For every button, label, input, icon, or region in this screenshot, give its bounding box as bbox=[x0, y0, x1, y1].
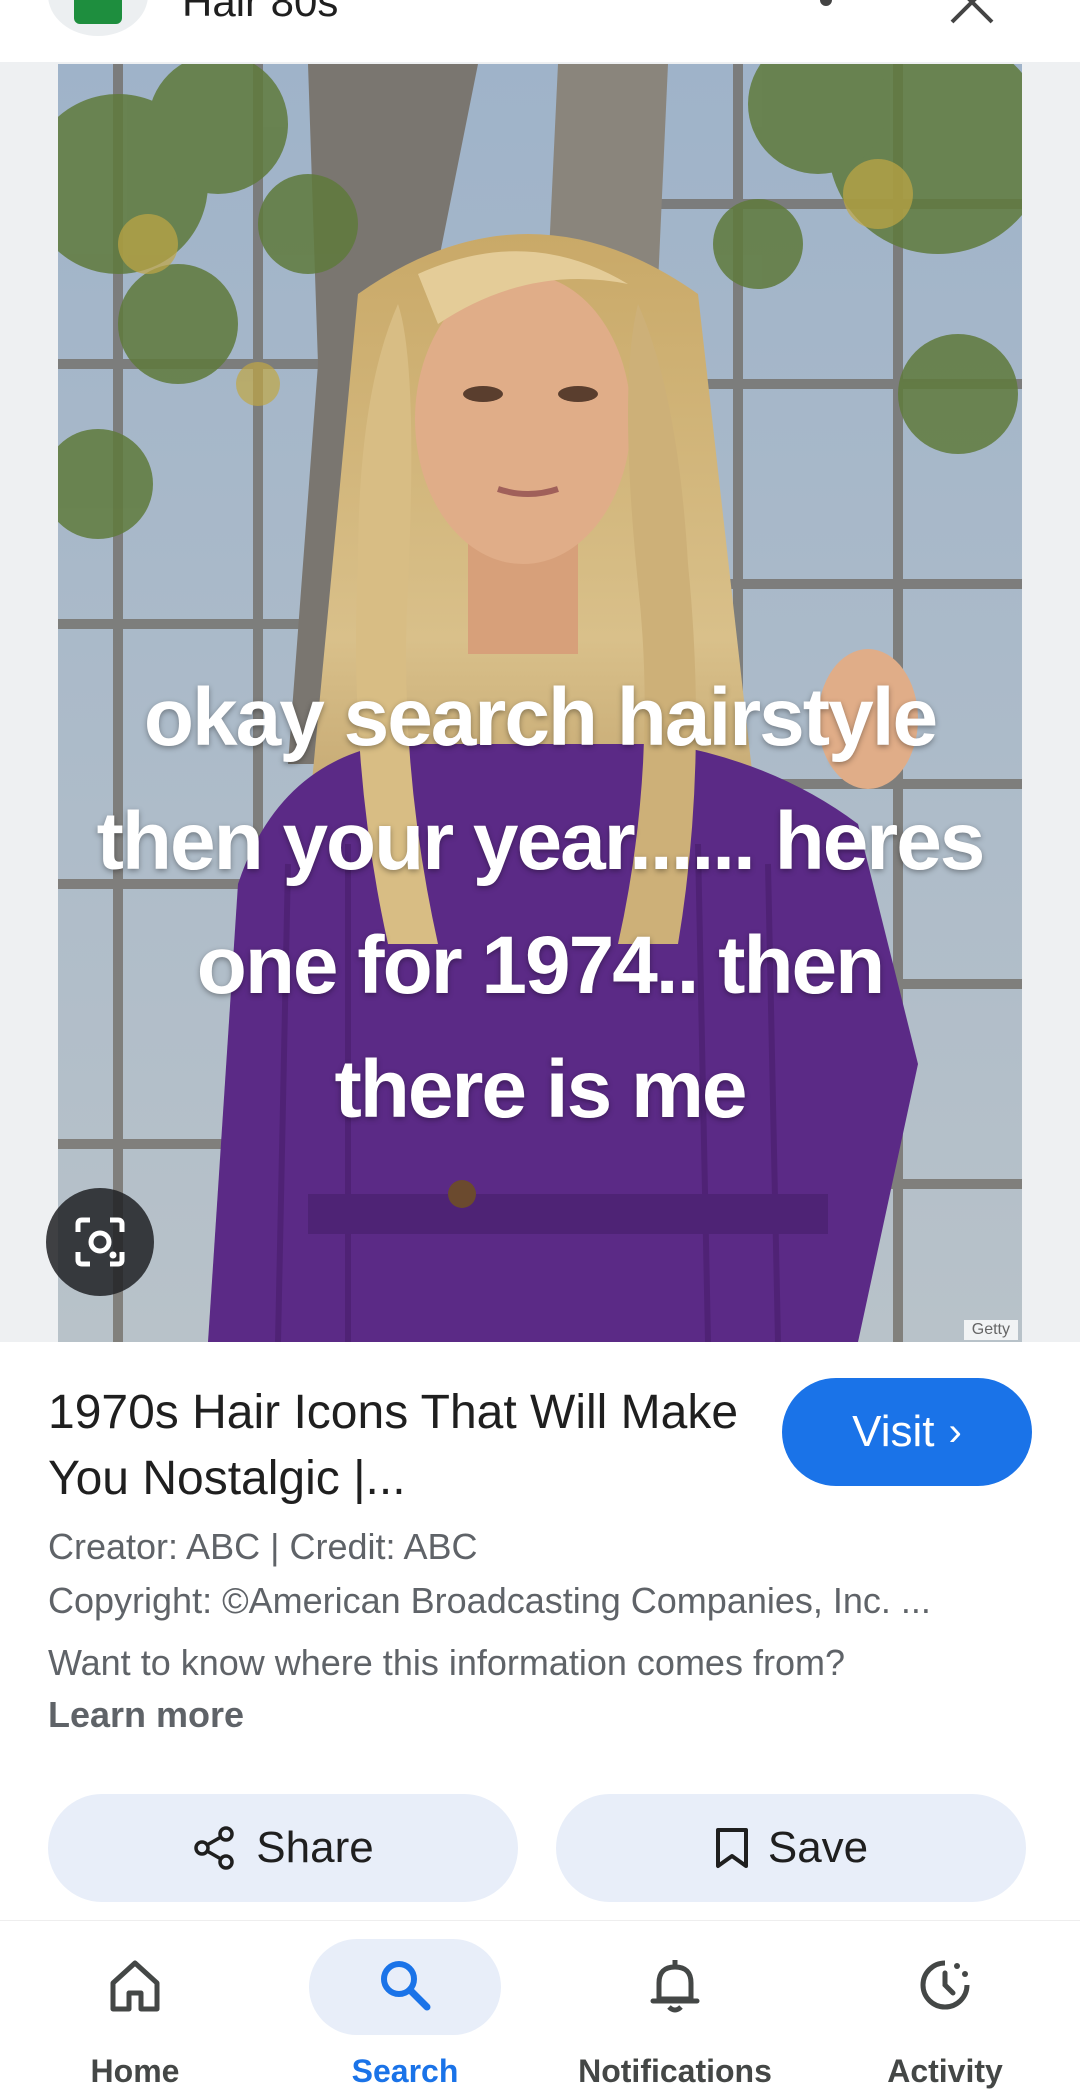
result-title[interactable]: 1970s Hair Icons That Will Make You Nost… bbox=[48, 1380, 748, 1512]
bell-icon bbox=[650, 1960, 700, 2013]
home-icon bbox=[110, 1960, 160, 2012]
bottom-navigation: Home Search Notifications Activity bbox=[0, 1920, 1080, 2089]
visit-button[interactable]: Visit › bbox=[782, 1378, 1032, 1486]
search-icon bbox=[381, 1961, 431, 2011]
chevron-right-icon: › bbox=[948, 1409, 962, 1454]
visit-label: Visit bbox=[852, 1407, 935, 1456]
nav-search[interactable]: Search bbox=[270, 1921, 540, 2089]
nav-activity[interactable]: Activity bbox=[810, 1921, 1080, 2089]
lens-search-button[interactable] bbox=[46, 1188, 154, 1296]
learn-more-link[interactable]: Learn more bbox=[48, 1694, 244, 1736]
save-label: Save bbox=[767, 1823, 869, 1872]
result-image[interactable]: okay search hairstyle then your year....… bbox=[58, 64, 1022, 1342]
share-button[interactable]: Share bbox=[48, 1794, 518, 1902]
attribution-line: Creator: ABC | Credit: ABC bbox=[48, 1526, 478, 1568]
image-credit: Getty bbox=[963, 1320, 1018, 1340]
info-question-text: Want to know where this information come… bbox=[48, 1642, 845, 1683]
top-bar: Hair 80s bbox=[0, 0, 1080, 62]
close-icon[interactable] bbox=[946, 0, 998, 24]
image-overlay-text: okay search hairstyle then your year....… bbox=[96, 672, 986, 1135]
site-favicon-icon bbox=[48, 0, 148, 36]
activity-icon bbox=[920, 1960, 970, 2010]
lens-icon bbox=[75, 1217, 125, 1267]
more-options-icon[interactable] bbox=[818, 0, 834, 10]
creator-text: Creator: ABC bbox=[48, 1526, 261, 1567]
nav-notifications[interactable]: Notifications bbox=[540, 1921, 810, 2089]
nav-home[interactable]: Home bbox=[0, 1921, 270, 2089]
save-button[interactable]: Save bbox=[556, 1794, 1026, 1902]
page-title: Hair 80s bbox=[182, 0, 339, 25]
share-label: Share bbox=[256, 1823, 374, 1872]
copyright-text: Copyright: ©American Broadcasting Compan… bbox=[48, 1580, 931, 1621]
bookmark-icon bbox=[714, 1826, 750, 1870]
credit-text: Credit: ABC bbox=[289, 1526, 478, 1567]
share-icon bbox=[192, 1825, 238, 1871]
attribution-separator: | bbox=[270, 1526, 290, 1567]
